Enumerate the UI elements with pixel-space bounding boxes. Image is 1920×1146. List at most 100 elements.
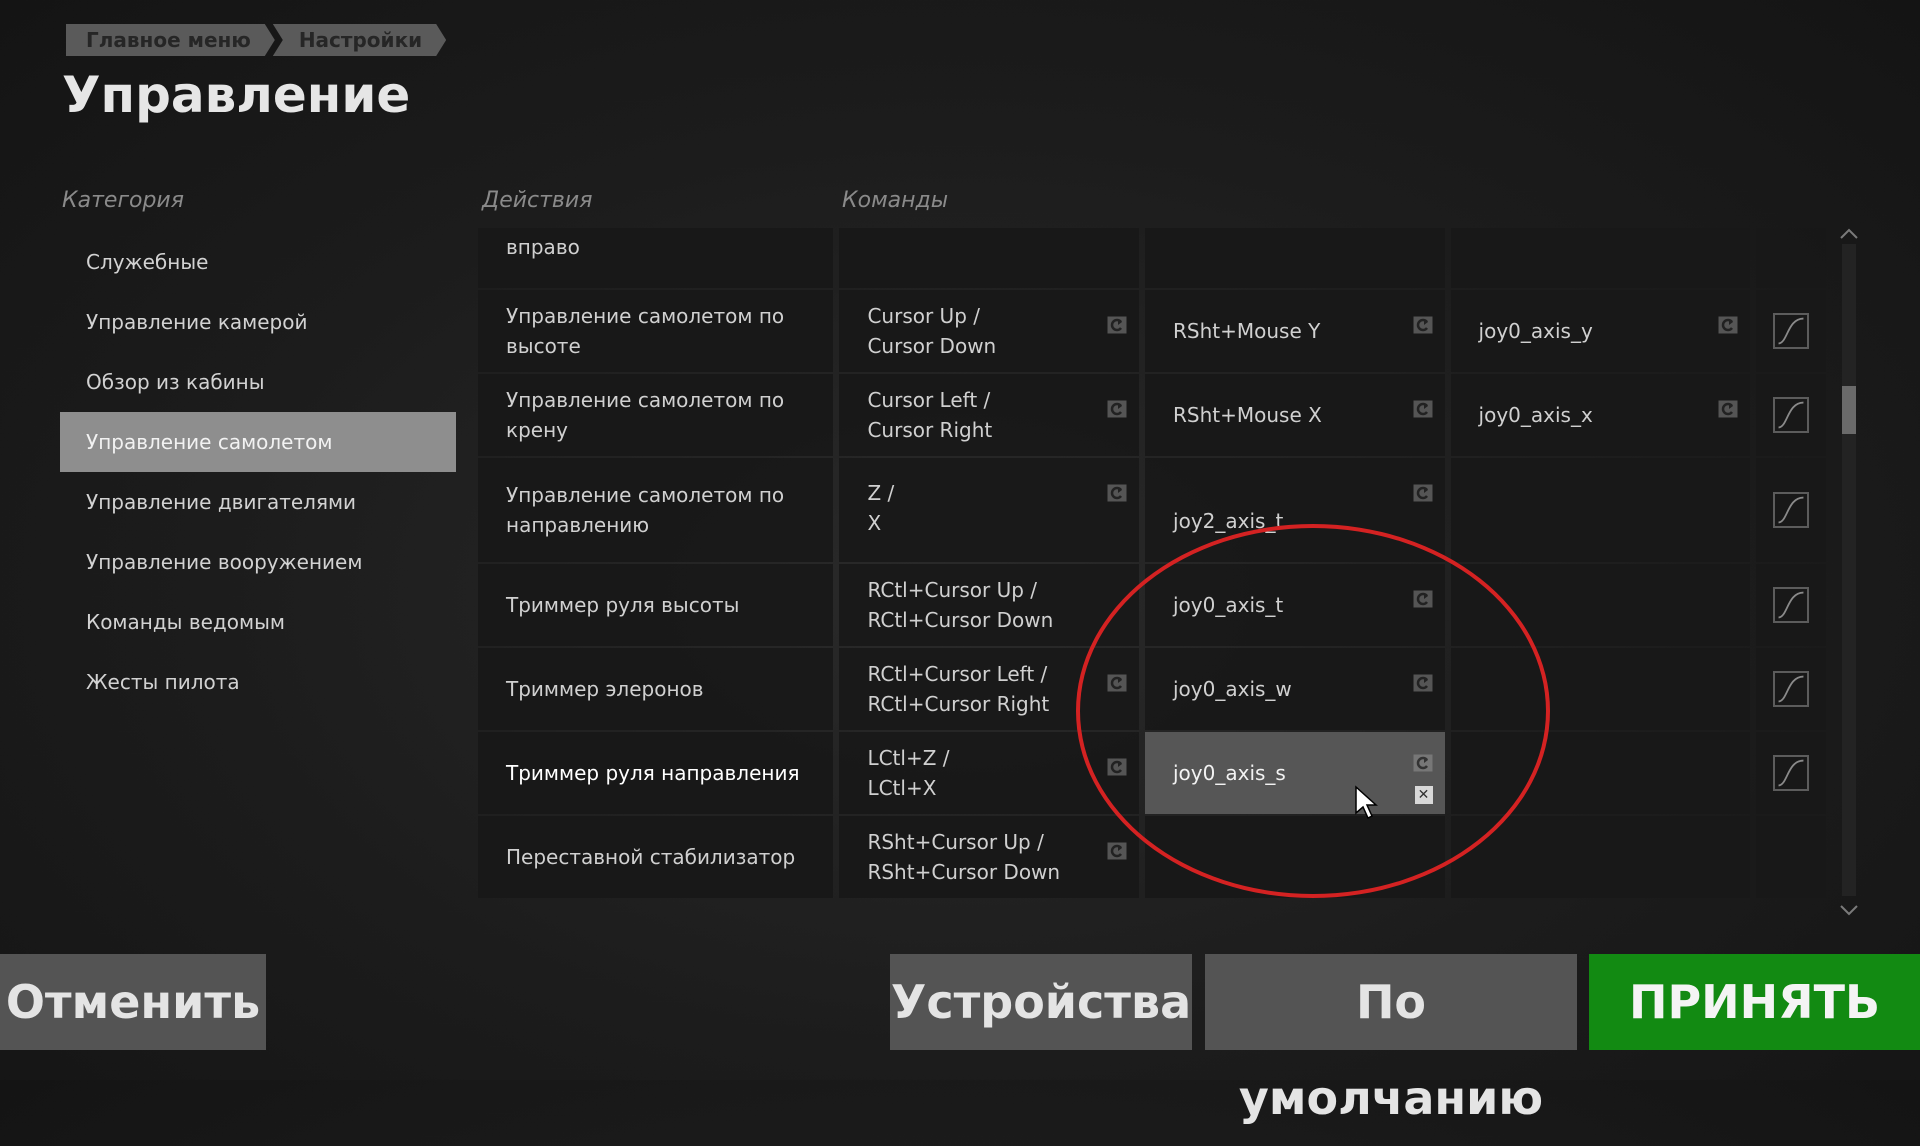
action-label: Управление самолетом по высоте bbox=[478, 290, 834, 372]
curve-cell bbox=[1756, 228, 1826, 288]
binding-line: joy0_axis_s bbox=[1173, 761, 1286, 785]
binding-slot-3[interactable] bbox=[1450, 648, 1751, 730]
table-row: вправо bbox=[478, 228, 1832, 288]
reset-icon[interactable] bbox=[1413, 590, 1433, 608]
binding-slot-2[interactable]: joy0_axis_w bbox=[1145, 648, 1445, 730]
reset-icon[interactable] bbox=[1718, 400, 1738, 418]
reset-icon[interactable] bbox=[1107, 842, 1127, 860]
binding-line: Cursor Up / bbox=[867, 304, 980, 328]
curve-icon[interactable] bbox=[1773, 755, 1810, 791]
action-label: вправо bbox=[478, 228, 834, 288]
table-row: Управление самолетом по высоте Cursor Up… bbox=[478, 290, 1832, 372]
binding-slot-1[interactable]: Z / X bbox=[839, 458, 1140, 562]
binding-line: RCtl+Cursor Up / bbox=[867, 578, 1038, 602]
reset-icon[interactable] bbox=[1413, 484, 1433, 502]
actions-header: Действия bbox=[482, 188, 593, 213]
binding-slot-2[interactable] bbox=[1145, 228, 1445, 288]
table-row: Триммер элеронов RCtl+Cursor Left / RCtl… bbox=[478, 648, 1832, 730]
binding-slot-1[interactable]: Cursor Up / Cursor Down bbox=[839, 290, 1139, 372]
defaults-button[interactable]: По умолчанию bbox=[1205, 954, 1577, 1125]
category-item[interactable]: Команды ведомым bbox=[60, 592, 456, 652]
scrollbar[interactable] bbox=[1840, 228, 1858, 916]
binding-slot-3[interactable] bbox=[1450, 564, 1751, 646]
binding-slot-3[interactable] bbox=[1450, 732, 1751, 814]
reset-icon[interactable] bbox=[1107, 316, 1127, 334]
devices-button[interactable]: Устройства bbox=[890, 954, 1192, 1050]
binding-slot-3[interactable]: joy0_axis_x bbox=[1450, 374, 1751, 456]
category-item-selected[interactable]: Управление самолетом bbox=[60, 412, 456, 472]
curve-cell bbox=[1756, 648, 1826, 730]
binding-slot-3[interactable] bbox=[1450, 816, 1751, 898]
binding-slot-2[interactable]: joy0_axis_t bbox=[1145, 564, 1445, 646]
binding-line: joy0_axis_x bbox=[1478, 403, 1593, 427]
binding-slot-3[interactable]: joy0_axis_y bbox=[1450, 290, 1751, 372]
reset-icon[interactable] bbox=[1107, 484, 1127, 502]
binding-slot-3[interactable] bbox=[1450, 228, 1751, 288]
reset-icon[interactable] bbox=[1413, 674, 1433, 692]
scroll-thumb[interactable] bbox=[1842, 386, 1856, 434]
binding-line: RCtl+Cursor Left / bbox=[867, 662, 1048, 686]
binding-slot-2[interactable]: RSht+Mouse X bbox=[1145, 374, 1445, 456]
clear-icon[interactable]: ✕ bbox=[1414, 786, 1433, 804]
curve-icon[interactable] bbox=[1773, 397, 1810, 433]
table-row: Триммер руля высоты RCtl+Cursor Up / RCt… bbox=[478, 564, 1832, 646]
category-item[interactable]: Обзор из кабины bbox=[60, 352, 456, 412]
curve-cell bbox=[1756, 458, 1826, 562]
breadcrumb-main-menu[interactable]: Главное меню bbox=[66, 24, 275, 56]
category-header: Категория bbox=[62, 188, 184, 213]
action-label: Управление самолетом по направлению bbox=[478, 458, 834, 562]
binding-slot-1[interactable]: RSht+Cursor Up / RSht+Cursor Down bbox=[839, 816, 1139, 898]
action-label: Переставной стабилизатор bbox=[478, 816, 834, 898]
binding-line: joy2_axis_t bbox=[1173, 509, 1284, 533]
binding-slot-2-selected[interactable]: joy0_axis_s ✕ bbox=[1145, 732, 1445, 814]
mouse-cursor-icon bbox=[1355, 785, 1378, 820]
binding-slot-2[interactable] bbox=[1145, 816, 1445, 898]
reset-icon[interactable] bbox=[1413, 316, 1433, 334]
chevron-up-icon[interactable] bbox=[1840, 228, 1858, 240]
category-item[interactable]: Служебные bbox=[60, 232, 456, 292]
reset-icon[interactable] bbox=[1718, 316, 1738, 334]
curve-icon[interactable] bbox=[1773, 671, 1810, 707]
binding-slot-2[interactable]: joy2_axis_t bbox=[1145, 458, 1445, 562]
category-item[interactable]: Управление камерой bbox=[60, 292, 456, 352]
reset-icon[interactable] bbox=[1413, 400, 1433, 418]
commands-header: Команды bbox=[842, 188, 949, 213]
reset-icon[interactable] bbox=[1107, 400, 1127, 418]
reset-icon[interactable] bbox=[1107, 758, 1127, 776]
chevron-down-icon[interactable] bbox=[1840, 904, 1858, 916]
binding-line: joy0_axis_y bbox=[1478, 319, 1593, 343]
curve-cell bbox=[1756, 374, 1826, 456]
table-row: Переставной стабилизатор RSht+Cursor Up … bbox=[478, 816, 1832, 898]
category-item[interactable]: Жесты пилота bbox=[60, 652, 456, 712]
category-list: Служебные Управление камерой Обзор из ка… bbox=[60, 232, 456, 712]
binding-slot-1[interactable]: RCtl+Cursor Left / RCtl+Cursor Right bbox=[839, 648, 1139, 730]
binding-line: RSht+Cursor Up / bbox=[867, 830, 1044, 854]
binding-line: RSht+Mouse X bbox=[1173, 403, 1322, 427]
binding-line: X bbox=[867, 511, 882, 535]
binding-slot-1[interactable]: RCtl+Cursor Up / RCtl+Cursor Down bbox=[839, 564, 1139, 646]
binding-line: RSht+Cursor Down bbox=[867, 860, 1061, 884]
reset-icon[interactable] bbox=[1413, 754, 1433, 772]
curve-cell bbox=[1756, 816, 1826, 898]
reset-icon[interactable] bbox=[1107, 674, 1127, 692]
category-item[interactable]: Управление вооружением bbox=[60, 532, 456, 592]
binding-line: RSht+Mouse Y bbox=[1173, 319, 1321, 343]
cancel-button[interactable]: Отменить bbox=[0, 954, 266, 1050]
binding-slot-3[interactable] bbox=[1450, 458, 1751, 562]
table-row: Управление самолетом по крену Cursor Lef… bbox=[478, 374, 1832, 456]
category-item[interactable]: Управление двигателями bbox=[60, 472, 456, 532]
curve-icon[interactable] bbox=[1773, 313, 1810, 349]
accept-button[interactable]: ПРИНЯТЬ bbox=[1589, 954, 1920, 1050]
breadcrumb-settings[interactable]: Настройки bbox=[273, 24, 446, 56]
scroll-track[interactable] bbox=[1842, 244, 1856, 896]
binding-line: LCtl+X bbox=[867, 776, 937, 800]
binding-slot-1[interactable]: LCtl+Z / LCtl+X bbox=[839, 732, 1139, 814]
curve-icon[interactable] bbox=[1773, 492, 1810, 528]
binding-slot-2[interactable]: RSht+Mouse Y bbox=[1145, 290, 1445, 372]
binding-slot-1[interactable]: Cursor Left / Cursor Right bbox=[839, 374, 1139, 456]
curve-cell bbox=[1756, 732, 1826, 814]
binding-line: joy0_axis_w bbox=[1173, 677, 1292, 701]
curve-icon[interactable] bbox=[1773, 587, 1810, 623]
table-row: Триммер руля направления LCtl+Z / LCtl+X… bbox=[478, 732, 1832, 814]
binding-slot-1[interactable] bbox=[839, 228, 1139, 288]
